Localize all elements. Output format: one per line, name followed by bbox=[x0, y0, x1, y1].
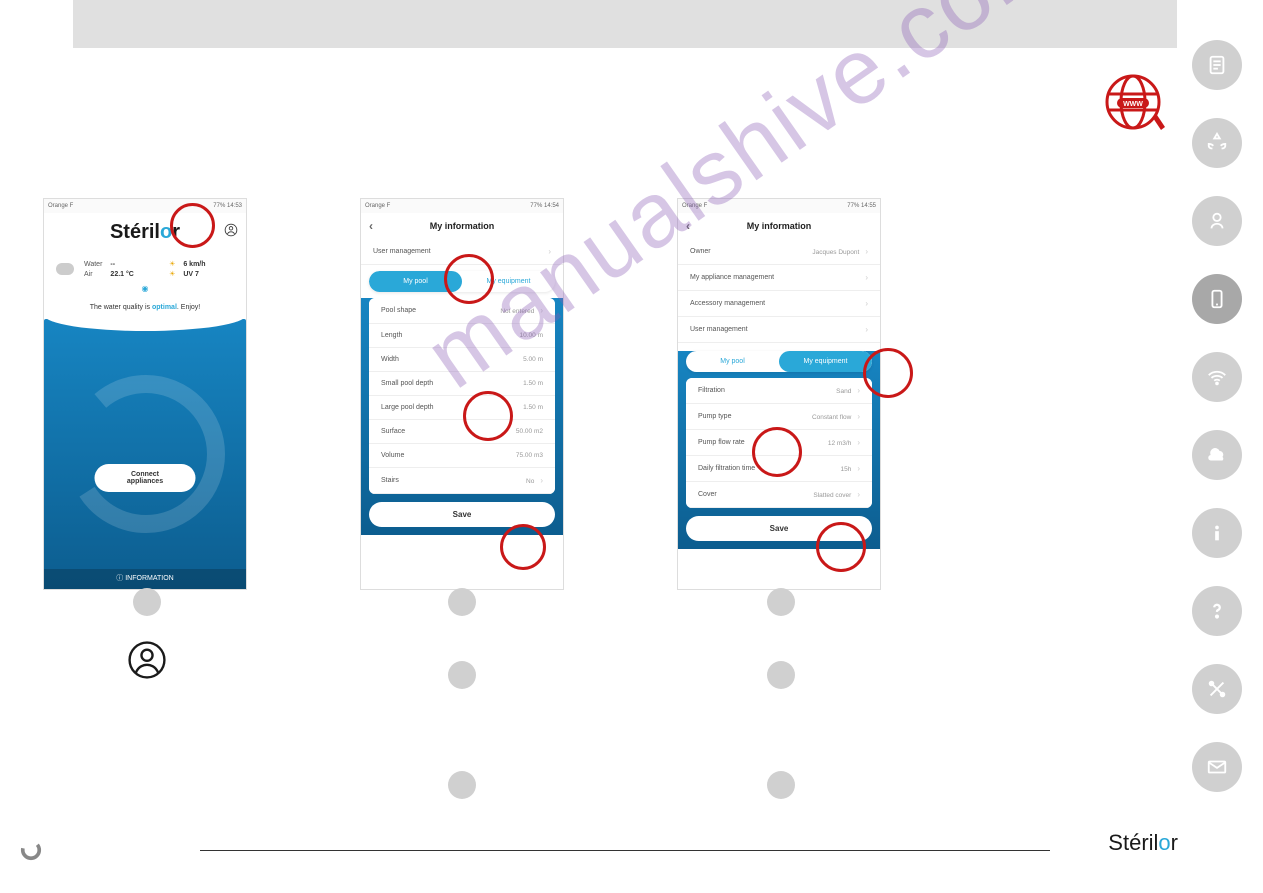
connect-appliances-button[interactable]: Connect appliances bbox=[95, 464, 196, 492]
tab-my-pool[interactable]: My pool bbox=[686, 351, 779, 372]
filtration-time-row[interactable]: Daily filtration time15h› bbox=[686, 456, 872, 482]
phone3: Orange F77% 14:55 ‹ My information Owner… bbox=[677, 198, 881, 590]
user-icon-large bbox=[128, 641, 166, 679]
top-banner bbox=[73, 0, 1177, 48]
tab-my-equipment[interactable]: My equipment bbox=[462, 271, 555, 292]
pump-type-row[interactable]: Pump typeConstant flow› bbox=[686, 404, 872, 430]
phone2-statusbar: Orange F77% 14:54 bbox=[361, 199, 563, 213]
step-dot bbox=[767, 661, 795, 689]
phone1: Orange F77% 14:53 Stérilor Water -- ☀ 6 … bbox=[43, 198, 247, 590]
step-dot bbox=[133, 588, 161, 616]
step-dot bbox=[767, 588, 795, 616]
cloud-icon bbox=[56, 263, 74, 275]
target-icon: ◉ bbox=[142, 284, 149, 293]
wind-value: 6 km/h bbox=[183, 261, 234, 268]
length-row[interactable]: Length10.00 m bbox=[369, 324, 555, 348]
user-management-row[interactable]: User management› bbox=[361, 239, 563, 265]
logo-watermark bbox=[44, 319, 246, 589]
surface-row[interactable]: Surface50.00 m2 bbox=[369, 420, 555, 444]
back-button[interactable]: ‹ bbox=[369, 219, 373, 233]
water-background: Connect appliances ⓘ INFORMATION bbox=[44, 319, 246, 589]
save-button[interactable]: Save bbox=[369, 502, 555, 527]
phone3-title: My information bbox=[747, 221, 812, 231]
footer-line bbox=[200, 850, 1050, 851]
water-value: -- bbox=[110, 261, 161, 268]
step-dot bbox=[448, 588, 476, 616]
pool-shape-row[interactable]: Pool shapeNot entered› bbox=[369, 298, 555, 324]
width-row[interactable]: Width5.00 m bbox=[369, 348, 555, 372]
save-button[interactable]: Save bbox=[686, 516, 872, 541]
sidebar-doc-icon[interactable] bbox=[1192, 40, 1242, 90]
user-icon[interactable] bbox=[224, 223, 238, 237]
air-value: 22.1 °C bbox=[110, 271, 161, 278]
footer-logo: Stérilor bbox=[1108, 830, 1178, 856]
weather-widget: Water -- ☀ 6 km/h Air 22.1 °C ☀ UV 7 ◉ bbox=[44, 252, 246, 301]
sidebar-worker-icon[interactable] bbox=[1192, 196, 1242, 246]
phone3-tabs: My pool My equipment bbox=[686, 351, 872, 372]
sidebar-info-icon[interactable] bbox=[1192, 508, 1242, 558]
accessory-mgmt-row[interactable]: Accessory management› bbox=[678, 291, 880, 317]
appliance-mgmt-row[interactable]: My appliance management› bbox=[678, 265, 880, 291]
phone2-title: My information bbox=[430, 221, 495, 231]
sun-icon: ☀ bbox=[169, 260, 175, 268]
app-logo: Stérilor bbox=[110, 221, 180, 244]
www-link-icon[interactable]: WWW bbox=[1101, 70, 1171, 140]
step-dot bbox=[767, 771, 795, 799]
sidebar-wifi-icon[interactable] bbox=[1192, 352, 1242, 402]
owner-row[interactable]: OwnerJacques Dupont› bbox=[678, 239, 880, 265]
tab-my-equipment[interactable]: My equipment bbox=[779, 351, 872, 372]
pump-flow-row[interactable]: Pump flow rate12 m3/h› bbox=[686, 430, 872, 456]
air-label: Air bbox=[84, 271, 102, 278]
filtration-row[interactable]: FiltrationSand› bbox=[686, 378, 872, 404]
uv-value: UV 7 bbox=[183, 271, 234, 278]
water-label: Water bbox=[84, 261, 102, 268]
footer-brand-icon bbox=[20, 839, 42, 861]
small-depth-row[interactable]: Small pool depth1.50 m bbox=[369, 372, 555, 396]
sunburst-icon: ☀ bbox=[169, 270, 175, 278]
sidebar-phone-icon[interactable] bbox=[1192, 274, 1242, 324]
sidebar-care-icon[interactable] bbox=[1192, 118, 1242, 168]
svg-text:WWW: WWW bbox=[1123, 101, 1143, 108]
user-mgmt-row[interactable]: User management› bbox=[678, 317, 880, 343]
sidebar-cloud-icon[interactable] bbox=[1192, 430, 1242, 480]
sidebar-tools-icon[interactable] bbox=[1192, 664, 1242, 714]
sidebar-help-icon[interactable] bbox=[1192, 586, 1242, 636]
phone2: Orange F77% 14:54 ‹ My information User … bbox=[360, 198, 564, 590]
phone3-statusbar: Orange F77% 14:55 bbox=[678, 199, 880, 213]
large-depth-row[interactable]: Large pool depth1.50 m bbox=[369, 396, 555, 420]
cover-row[interactable]: CoverSlatted cover› bbox=[686, 482, 872, 508]
phone2-tabs: My pool My equipment bbox=[369, 271, 555, 292]
step-dot bbox=[448, 771, 476, 799]
sidebar-mail-icon[interactable] bbox=[1192, 742, 1242, 792]
information-bar[interactable]: ⓘ INFORMATION bbox=[44, 569, 246, 589]
water-quality-text: The water quality is optimal. Enjoy! bbox=[44, 301, 246, 319]
phone-screenshots: Orange F77% 14:53 Stérilor Water -- ☀ 6 … bbox=[43, 198, 943, 590]
sidebar-nav bbox=[1192, 40, 1246, 792]
tab-my-pool[interactable]: My pool bbox=[369, 271, 462, 292]
step-dot bbox=[448, 661, 476, 689]
phone1-statusbar: Orange F77% 14:53 bbox=[44, 199, 246, 213]
volume-row[interactable]: Volume75.00 m3 bbox=[369, 444, 555, 468]
stairs-row[interactable]: StairsNo› bbox=[369, 468, 555, 494]
back-button[interactable]: ‹ bbox=[686, 219, 690, 233]
